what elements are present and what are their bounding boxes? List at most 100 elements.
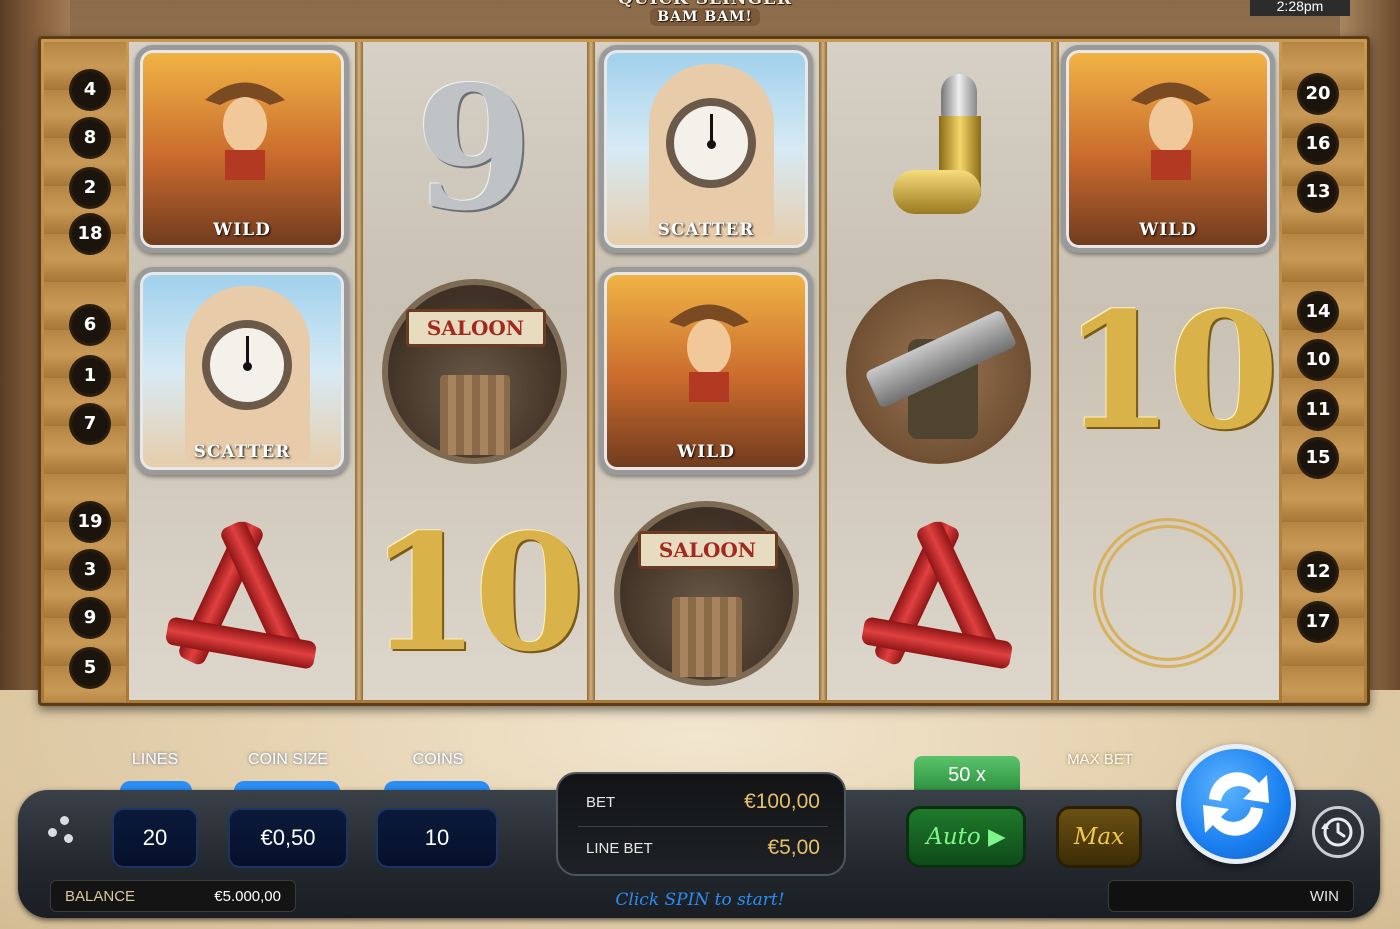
bet-row: BET €100,00 <box>578 782 828 822</box>
symbol-cell: 10 <box>1061 266 1280 476</box>
saloon-door-icon <box>671 596 742 677</box>
payline-marker[interactable]: 4 <box>72 72 108 108</box>
coin-size-selector[interactable]: €0,50 <box>228 808 348 868</box>
cowboy-icon <box>205 82 285 180</box>
symbol-cell: 9 <box>367 44 581 254</box>
payline-marker[interactable]: 16 <box>1300 126 1336 162</box>
autoplay-multiplier[interactable]: 50 x <box>914 756 1020 794</box>
reel-frame: 4 8 2 18 6 1 7 19 3 9 5 WILD SCATTER 9 S… <box>38 36 1370 706</box>
coin-size-label: COIN SIZE <box>247 751 328 768</box>
max-bet-label: MAX BET <box>1067 751 1133 768</box>
payline-marker[interactable]: 11 <box>1300 392 1336 428</box>
lines-selector[interactable]: 20 <box>112 808 198 868</box>
lines-label: LINES <box>131 751 179 768</box>
max-bet-button[interactable]: Max <box>1056 806 1142 868</box>
payline-marker[interactable]: 15 <box>1300 440 1336 476</box>
symbol-cell: WILD <box>135 44 349 254</box>
coins-label: COINS <box>412 751 464 768</box>
wild-label: WILD <box>677 442 735 462</box>
bullet-icon <box>893 74 983 224</box>
reel-5: WILD 10 <box>1057 42 1279 700</box>
bet-summary: BET €100,00 LINE BET €5,00 <box>556 772 846 876</box>
spin-hint: Click SPIN to start! <box>615 890 785 910</box>
payline-marker[interactable]: 10 <box>1300 342 1336 378</box>
payline-marker[interactable]: 13 <box>1300 174 1336 210</box>
payline-marker[interactable]: 18 <box>72 216 108 252</box>
bet-value: €100,00 <box>744 790 820 813</box>
ten-symbol: 10 <box>1062 277 1280 465</box>
balance-label: BALANCE <box>65 888 136 905</box>
reel-2: 9 SALOON 10 <box>363 42 586 700</box>
payline-marker[interactable]: 6 <box>72 307 108 343</box>
payline-marker[interactable]: 2 <box>72 170 108 206</box>
payline-marker[interactable]: 3 <box>72 552 108 588</box>
clock-icon <box>202 320 292 410</box>
reel-1: WILD SCATTER <box>131 42 353 700</box>
symbol-cell <box>831 488 1045 698</box>
bet-divider <box>578 826 828 827</box>
payline-marker[interactable]: 17 <box>1300 604 1336 640</box>
wild-symbol: WILD <box>135 45 349 253</box>
payline-marker[interactable]: 9 <box>72 600 108 636</box>
balance-value: €5.000,00 <box>214 888 281 905</box>
wild-symbol: WILD <box>1061 45 1275 253</box>
ten-symbol: 10 <box>368 499 586 687</box>
tnt-dynamite-icon <box>853 508 1023 678</box>
history-clock-icon <box>1321 817 1353 847</box>
saloon-door-icon <box>439 374 510 455</box>
pistols-holster-icon <box>845 278 1031 464</box>
lasso-icon <box>1093 518 1243 668</box>
payline-marker[interactable]: 12 <box>1300 554 1336 590</box>
payline-marker[interactable]: 20 <box>1300 76 1336 112</box>
scatter-symbol: SCATTER <box>599 45 813 253</box>
nine-symbol: 9 <box>414 49 534 249</box>
reel-area: WILD SCATTER 9 SALOON 10 SCATTER WILD SA… <box>129 42 1279 700</box>
symbol-cell: SALOON <box>367 266 581 476</box>
wild-label: WILD <box>213 220 271 240</box>
payline-marker[interactable]: 19 <box>72 504 108 540</box>
saloon-symbol: SALOON <box>381 278 567 464</box>
coins-selector[interactable]: 10 <box>376 808 498 868</box>
reel-divider <box>355 42 363 700</box>
payline-marker[interactable]: 1 <box>72 358 108 394</box>
reel-divider <box>587 42 595 700</box>
cowboy-icon <box>1131 82 1211 180</box>
win-display: WIN <box>1108 880 1354 912</box>
spin-button[interactable] <box>1176 744 1296 864</box>
symbol-cell: WILD <box>1061 44 1275 254</box>
line-bet-value: €5,00 <box>767 836 820 859</box>
system-clock: 2:28pm <box>1250 0 1350 16</box>
wild-symbol: WILD <box>599 267 813 475</box>
clock-icon <box>666 98 756 188</box>
win-label: WIN <box>1309 888 1339 905</box>
wild-label: WILD <box>1139 220 1197 240</box>
saloon-sign: SALOON <box>637 530 778 569</box>
symbol-cell <box>831 44 1045 254</box>
payline-column-right: 20 16 13 14 10 11 15 12 17 <box>1282 42 1364 702</box>
saloon-symbol: SALOON <box>613 500 799 686</box>
payline-marker[interactable]: 8 <box>72 120 108 156</box>
line-bet-row: LINE BET €5,00 <box>578 828 828 868</box>
auto-button[interactable]: Auto ▶ <box>906 806 1026 868</box>
menu-dots-icon[interactable] <box>48 816 80 848</box>
scatter-label: SCATTER <box>193 442 291 462</box>
symbol-cell <box>1061 488 1275 698</box>
bet-label: BET <box>586 794 616 811</box>
payline-marker[interactable]: 7 <box>72 406 108 442</box>
payline-marker[interactable]: 5 <box>72 650 108 686</box>
symbol-cell: WILD <box>599 266 813 476</box>
spin-arrows-icon <box>1203 772 1269 836</box>
symbol-cell <box>135 488 349 698</box>
game-logo: QUICK SLINGER BAM BAM! <box>600 0 810 34</box>
scatter-label: SCATTER <box>657 220 755 240</box>
cowboy-icon <box>669 304 749 402</box>
tnt-dynamite-icon <box>157 508 327 678</box>
saloon-sign: SALOON <box>405 308 546 347</box>
reel-4 <box>827 42 1049 700</box>
payline-column-left: 4 8 2 18 6 1 7 19 3 9 5 <box>44 42 126 702</box>
history-button[interactable] <box>1312 806 1364 858</box>
reel-divider <box>819 42 827 700</box>
payline-marker[interactable]: 14 <box>1300 294 1336 330</box>
line-bet-label: LINE BET <box>586 840 653 857</box>
symbol-cell: SCATTER <box>135 266 349 476</box>
